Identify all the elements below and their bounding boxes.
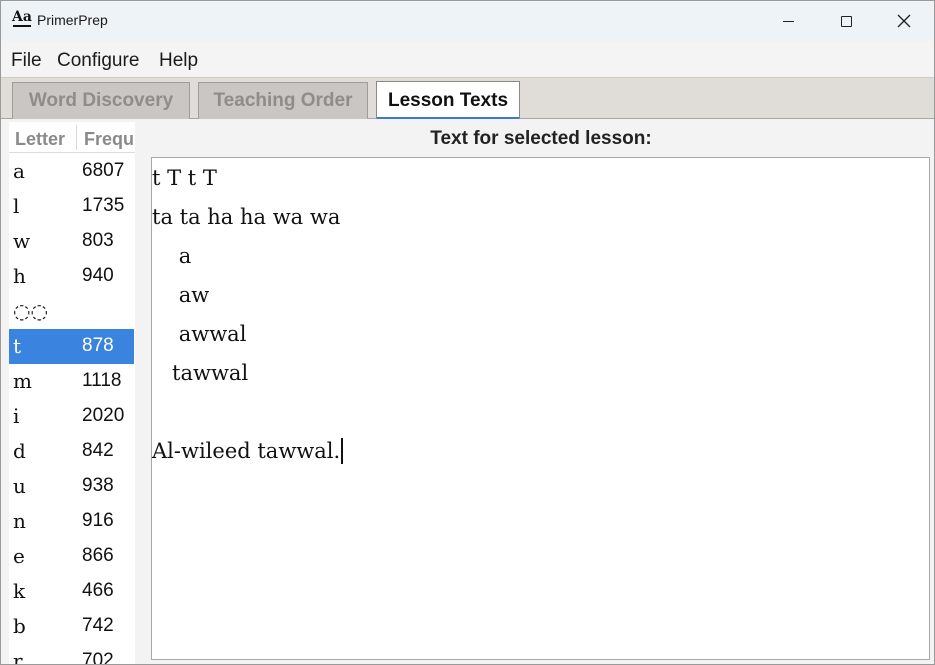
lesson-line-text: ta ta ha ha wa wa: [152, 205, 341, 229]
row-letter: m: [13, 369, 32, 393]
row-letter: u: [13, 474, 26, 498]
row-letter: n: [13, 509, 26, 533]
row-letter: t: [13, 334, 22, 358]
row-letter: b: [13, 614, 26, 638]
lesson-line-text: tawwal: [152, 361, 249, 385]
list-row[interactable]: i 2020: [9, 399, 134, 434]
row-frequency: 878: [82, 335, 114, 356]
list-row[interactable]: n 916: [9, 504, 134, 539]
lesson-text-line: Al-wileed tawwal.: [152, 438, 344, 464]
list-row[interactable]: b 742: [9, 609, 134, 644]
lesson-text-editor[interactable]: t T t T ta ta ha ha wa wa a aw awwal taww…: [151, 157, 930, 660]
maximize-button[interactable]: [817, 1, 875, 41]
row-letter: w: [13, 229, 31, 253]
row-letter: e: [13, 544, 25, 568]
column-header-letter[interactable]: Letter: [15, 129, 77, 150]
list-row[interactable]: m 1118: [9, 364, 134, 399]
content-area: Letter Frequ a 6807 l 1735 w 803 h 940 ◌◌ t 878 m 11…: [1, 119, 934, 664]
text-caret: [341, 438, 344, 464]
list-scrollbar[interactable]: [135, 122, 143, 664]
list-row[interactable]: ◌◌: [9, 294, 134, 329]
close-icon: [897, 14, 911, 28]
title-bar[interactable]: Aa PrimerPrep: [1, 1, 934, 41]
row-letter: r: [13, 649, 23, 664]
row-frequency: 842: [82, 440, 114, 461]
list-row[interactable]: h 940: [9, 259, 134, 294]
row-letter: d: [13, 439, 26, 463]
list-row[interactable]: d 842: [9, 434, 134, 469]
row-frequency: 742: [82, 615, 114, 636]
lesson-line-text: t T t T: [152, 166, 217, 190]
lesson-text-line: tawwal: [152, 361, 248, 385]
lesson-text-line: awwal: [152, 322, 247, 346]
lesson-text-label: Text for selected lesson:: [430, 128, 652, 149]
row-letter: ◌◌: [13, 299, 48, 323]
column-header-frequency[interactable]: Frequ: [84, 129, 141, 150]
list-row[interactable]: k 466: [9, 574, 134, 609]
list-row[interactable]: w 803: [9, 224, 134, 259]
row-frequency: 866: [82, 545, 114, 566]
menu-bar: File Configure Help: [1, 41, 934, 77]
app-window: Aa PrimerPrep File Configure Help Word D…: [0, 0, 935, 665]
row-frequency: 916: [82, 510, 114, 531]
minimize-button[interactable]: [759, 1, 817, 41]
lesson-line-text: awwal: [152, 322, 247, 346]
menu-help[interactable]: Help: [159, 50, 198, 72]
row-frequency: 940: [82, 265, 114, 286]
tab-label: Teaching Order: [213, 90, 353, 111]
row-letter: i: [13, 404, 20, 428]
row-letter: h: [13, 264, 26, 288]
lesson-line-text: Al-wileed tawwal.: [152, 439, 341, 463]
row-frequency: 6807: [82, 160, 125, 181]
tab-word-discovery[interactable]: Word Discovery: [12, 82, 190, 119]
lesson-line-text: aw: [152, 283, 210, 307]
row-frequency: 803: [82, 230, 114, 251]
list-rows: a 6807 l 1735 w 803 h 940 ◌◌ t 878 m 1118 i 2020 d 842 u 9…: [9, 154, 141, 664]
menu-file[interactable]: File: [11, 50, 42, 72]
row-frequency: 466: [82, 580, 114, 601]
list-row[interactable]: a 6807: [9, 154, 134, 189]
row-frequency: 938: [82, 475, 114, 496]
list-row[interactable]: u 938: [9, 469, 134, 504]
row-letter: l: [13, 194, 20, 218]
app-icon: Aa: [12, 9, 32, 27]
lesson-line-text: a: [152, 244, 192, 268]
row-frequency: 1735: [82, 195, 125, 216]
list-row[interactable]: t 878: [9, 329, 134, 364]
list-row[interactable]: l 1735: [9, 189, 134, 224]
list-header: Letter Frequ: [9, 122, 141, 153]
lesson-text-line: t T t T: [152, 166, 217, 190]
tab-lesson-texts[interactable]: Lesson Texts: [376, 81, 520, 120]
tab-teaching-order[interactable]: Teaching Order: [198, 82, 368, 119]
tab-strip: Word Discovery Teaching Order Lesson Tex…: [1, 77, 934, 120]
list-row[interactable]: r 702: [9, 644, 134, 664]
row-frequency: 702: [82, 650, 114, 664]
minimize-icon: [782, 20, 794, 22]
lesson-text-line: ta ta ha ha wa wa: [152, 205, 340, 229]
menu-configure[interactable]: Configure: [57, 50, 139, 72]
maximize-icon: [840, 15, 852, 27]
row-frequency: 2020: [82, 405, 125, 426]
letter-frequency-list[interactable]: Letter Frequ a 6807 l 1735 w 803 h 940 ◌◌ t 878 m 11…: [9, 122, 142, 664]
lesson-text-line: aw: [152, 283, 210, 307]
tab-label: Lesson Texts: [387, 90, 509, 111]
close-button[interactable]: [875, 1, 933, 41]
column-divider[interactable]: [76, 125, 77, 150]
row-letter: a: [13, 159, 25, 183]
list-row[interactable]: e 866: [9, 539, 134, 574]
lesson-text-line: a: [152, 244, 192, 268]
row-frequency: 1118: [82, 370, 122, 391]
tab-label: Word Discovery: [28, 90, 174, 111]
window-title: PrimerPrep: [37, 12, 108, 28]
row-letter: k: [13, 579, 26, 603]
